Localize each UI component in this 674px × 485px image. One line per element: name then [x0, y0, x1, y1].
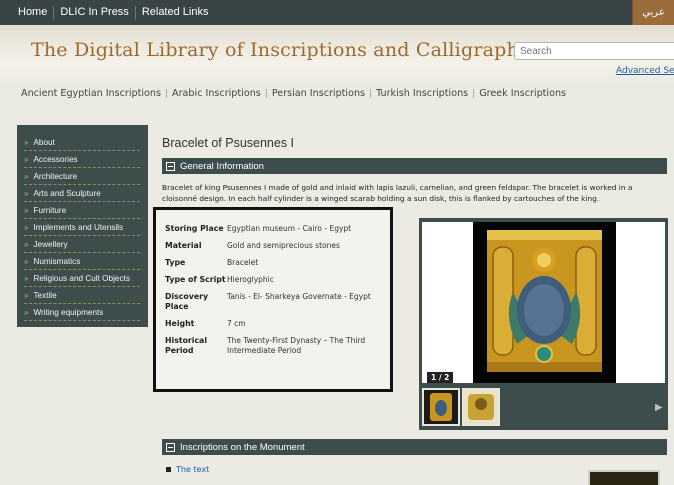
detail-row: Storing Place Egyptian museum - Cairo - E…	[165, 224, 390, 234]
bullet-icon	[166, 467, 171, 472]
chevron-right-icon: »	[24, 171, 29, 181]
category-separator: |	[369, 88, 373, 99]
sidebar-item-label: Religious and Cult Objects	[33, 273, 130, 283]
sidebar-item-arts-and-sculpture[interactable]: » Arts and Sculpture	[24, 185, 140, 202]
sidebar-item-label: Writing equipments	[33, 307, 104, 317]
sidebar-item-label: Jewellery	[33, 239, 68, 249]
detail-value: Hieroglyphic	[227, 275, 274, 284]
detail-value: Egyptian museum - Cairo - Egypt	[227, 224, 352, 233]
detail-value: Gold and semiprecious stones	[227, 241, 340, 250]
sidebar-item-label: Arts and Sculpture	[33, 188, 101, 198]
gallery-next-arrow-icon[interactable]: ▶	[655, 402, 663, 413]
sidebar-menu: » About » Accessories » Architecture » Arts …	[17, 125, 148, 327]
sidebar-item-religious-and-cult-objects[interactable]: » Religious and Cult Objects	[24, 270, 140, 287]
inscription-thumbnail[interactable]	[588, 470, 660, 485]
bracelet-photo[interactable]	[473, 222, 616, 383]
category-ancient-egyptian[interactable]: Ancient Egyptian Inscriptions	[21, 88, 161, 99]
general-information-header[interactable]: General Information	[162, 158, 667, 174]
detail-value: The Twenty-First Dynasty – The Third Int…	[227, 336, 366, 355]
detail-label: Type	[165, 258, 186, 267]
inscription-link-label: The text	[176, 465, 210, 474]
advanced-search-link[interactable]: Advanced Searc	[616, 66, 674, 76]
sidebar-item-label: Accessories	[33, 154, 78, 164]
sidebar-item-implements-and-utensils[interactable]: » Implements and Utensils	[24, 219, 140, 236]
category-separator: |	[264, 88, 268, 99]
chevron-right-icon: »	[24, 205, 29, 215]
detail-row: Type of Script Hieroglyphic	[165, 275, 390, 285]
top-navigation-bar: Home DLIC In Press Related Links	[0, 0, 674, 25]
detail-label: Historical Period	[165, 336, 207, 355]
arabic-language-button[interactable]: عربي	[632, 0, 674, 27]
chevron-right-icon: »	[24, 222, 29, 232]
gallery-thumbnail[interactable]	[422, 388, 460, 426]
sidebar-item-about[interactable]: » About	[24, 134, 140, 151]
site-title: The Digital Library of Inscriptions and …	[31, 39, 547, 61]
detail-label: Discovery Place	[165, 292, 209, 311]
detail-label: Storing Place	[165, 224, 224, 233]
nav-home-link[interactable]: Home	[0, 0, 53, 25]
chevron-right-icon: »	[24, 188, 29, 198]
image-gallery: 1 / 2 ◀ ▶	[419, 218, 668, 430]
chevron-right-icon: »	[24, 290, 29, 300]
nav-dlic-in-press-link[interactable]: DLIC In Press	[54, 0, 134, 25]
sidebar-item-accessories[interactable]: » Accessories	[24, 151, 140, 168]
sidebar-item-numismatics[interactable]: » Numismatics	[24, 253, 140, 270]
page-title: Bracelet of Psusennes I	[162, 136, 295, 150]
sidebar-item-label: Implements and Utensils	[33, 222, 124, 232]
detail-row: Historical Period The Twenty-First Dynast…	[165, 336, 390, 356]
nav-related-links-link[interactable]: Related Links	[136, 0, 215, 25]
detail-row: Discovery Place Tanis - El- Sharkeya Gove…	[165, 292, 390, 312]
category-turkish[interactable]: Turkish Inscriptions	[376, 88, 468, 99]
sidebar-item-label: Textile	[33, 290, 57, 300]
chevron-right-icon: »	[24, 307, 29, 317]
collapse-icon[interactable]	[166, 442, 175, 452]
detail-value: Tanis - El- Sharkeya Governate - Egypt	[227, 292, 371, 301]
category-separator: |	[165, 88, 169, 99]
detail-row: Material Gold and semiprecious stones	[165, 241, 390, 251]
sidebar-item-writing-equipments[interactable]: » Writing equipments	[24, 304, 140, 321]
sidebar-item-furniture[interactable]: » Furniture	[24, 202, 140, 219]
chevron-right-icon: »	[24, 137, 29, 147]
chevron-right-icon: »	[24, 239, 29, 249]
detail-label: Material	[165, 241, 202, 250]
sidebar-item-label: Architecture	[33, 171, 78, 181]
section-title: Inscriptions on the Monument	[180, 441, 305, 453]
sidebar-item-textile[interactable]: » Textile	[24, 287, 140, 304]
chevron-right-icon: »	[24, 273, 29, 283]
detail-value: 7 cm	[227, 319, 246, 328]
sidebar-item-jewellery[interactable]: » Jewellery	[24, 236, 140, 253]
detail-value: Bracelet	[227, 258, 259, 267]
sidebar-item-label: About	[33, 137, 55, 147]
gallery-main-view[interactable]: 1 / 2	[422, 222, 665, 383]
category-greek[interactable]: Greek Inscriptions	[479, 88, 566, 99]
category-arabic[interactable]: Arabic Inscriptions	[172, 88, 261, 99]
category-persian[interactable]: Persian Inscriptions	[272, 88, 365, 99]
sidebar-item-architecture[interactable]: » Architecture	[24, 168, 140, 185]
item-description: Bracelet of king Psusennes I made of gol…	[162, 183, 633, 203]
detail-label: Type of Script	[165, 275, 226, 284]
section-title: General Information	[180, 160, 264, 172]
detail-row: Height 7 cm	[165, 319, 390, 329]
detail-label: Height	[165, 319, 195, 328]
sidebar-item-label: Furniture	[33, 205, 67, 215]
inscription-text-link[interactable]: The text	[166, 465, 209, 474]
search-input[interactable]	[514, 42, 674, 60]
photo-counter: 1 / 2	[427, 372, 454, 383]
chevron-right-icon: »	[24, 154, 29, 164]
chevron-right-icon: »	[24, 256, 29, 266]
sidebar-item-label: Numismatics	[33, 256, 81, 266]
details-box: Storing Place Egyptian museum - Cairo - E…	[153, 207, 393, 392]
collapse-icon[interactable]	[166, 161, 175, 171]
category-separator: |	[472, 88, 476, 99]
category-links: Ancient Egyptian Inscriptions | Arabic I…	[21, 88, 566, 99]
inscriptions-section-header[interactable]: Inscriptions on the Monument	[162, 439, 667, 455]
detail-row: Type Bracelet	[165, 258, 390, 268]
gallery-thumbnail[interactable]	[462, 388, 500, 426]
